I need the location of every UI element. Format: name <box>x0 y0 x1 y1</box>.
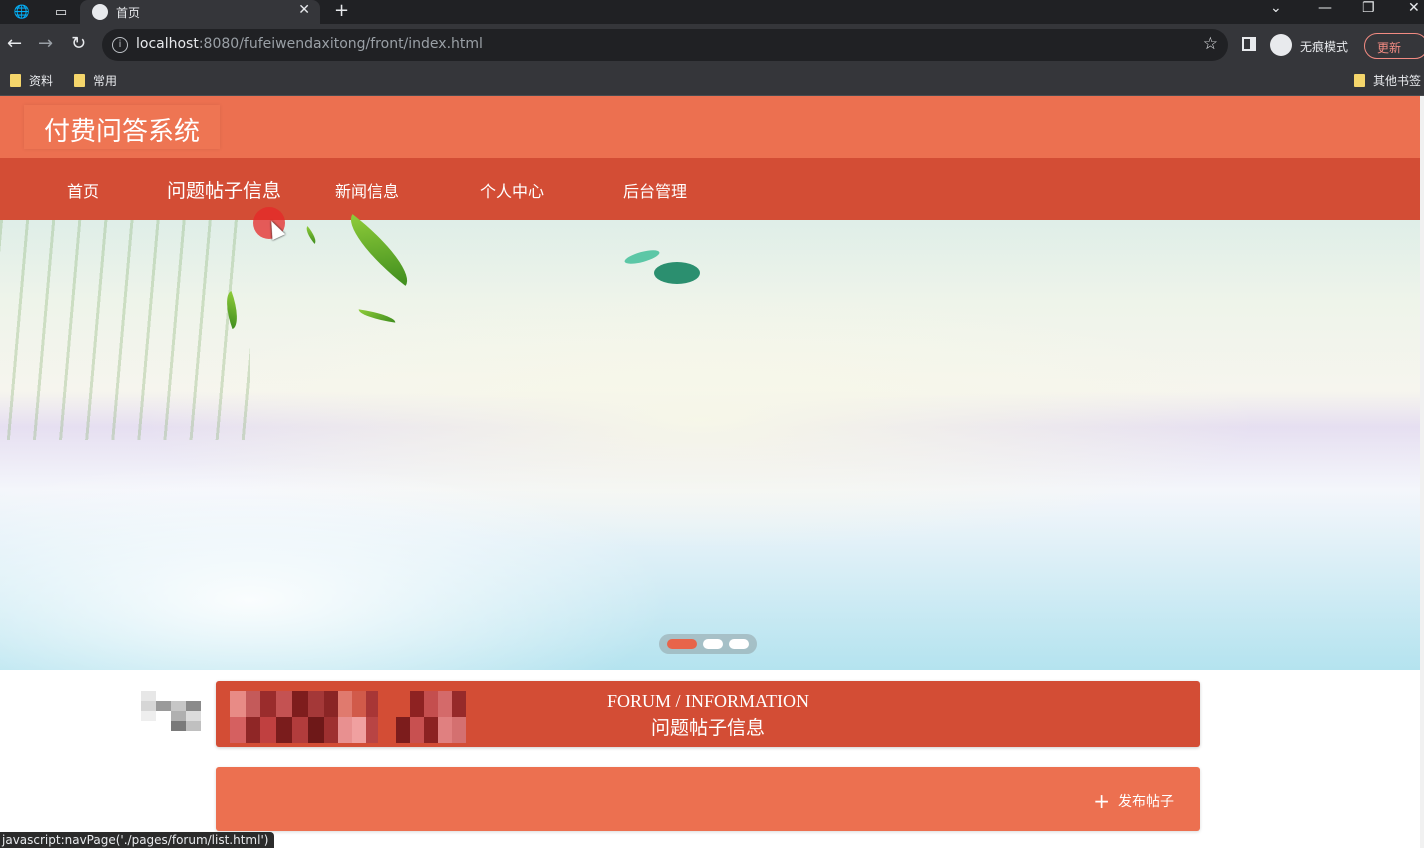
plus-icon: + <box>1093 789 1110 813</box>
section-title-en: FORUM / INFORMATION <box>606 691 810 711</box>
bookmark-folder-ziliao[interactable]: 资料 <box>10 72 53 89</box>
bookmark-label: 常用 <box>93 74 118 88</box>
publish-label: 发布帖子 <box>1118 795 1174 810</box>
tab-home[interactable]: 首页 ✕ <box>80 0 320 24</box>
leaf-decoration <box>302 226 320 244</box>
carousel-dot-2[interactable] <box>703 639 723 649</box>
address-path: :8080/fufeiwendaxitong/front/index.html <box>198 36 483 52</box>
site-logo: 付费问答系统 <box>44 117 201 147</box>
section-title-cn: 问题帖子信息 <box>650 718 765 739</box>
globe-icon[interactable]: 🌐 <box>13 3 31 21</box>
carousel-indicator <box>659 634 757 654</box>
folder-icon <box>1354 74 1365 87</box>
forward-icon[interactable]: → <box>38 34 53 54</box>
mosaic-cell <box>141 711 156 721</box>
nav-news[interactable]: 新闻信息 <box>335 178 399 202</box>
page-scrollbar[interactable] <box>1420 96 1424 848</box>
action-bar: + 发布帖子 <box>216 767 1200 831</box>
reeds-decoration <box>0 220 250 440</box>
web-page: 付费问答系统 首页 问题帖子信息 新闻信息 个人中心 后台管理 FORUM / … <box>0 96 1424 848</box>
nav-home[interactable]: 首页 <box>67 178 99 202</box>
update-button[interactable]: 更新 <box>1364 33 1424 59</box>
other-bookmarks[interactable]: 其他书签 <box>1354 72 1421 89</box>
folder-icon <box>10 74 21 87</box>
side-panel-icon[interactable] <box>1242 37 1256 51</box>
leaf-decoration <box>357 309 397 323</box>
publish-post-button[interactable]: + 发布帖子 <box>1093 791 1174 811</box>
window-icon[interactable]: ▭ <box>52 3 70 21</box>
reload-icon[interactable]: ↻ <box>71 34 86 54</box>
mosaic-cell <box>141 691 156 701</box>
nav-forum[interactable]: 问题帖子信息 <box>167 176 281 203</box>
lotus-leaf <box>623 247 661 267</box>
mosaic-cell <box>186 711 201 721</box>
carousel-dot-3[interactable] <box>729 639 749 649</box>
restore-button[interactable]: ❐ <box>1362 0 1375 16</box>
mosaic-cell <box>141 701 156 711</box>
incognito-icon[interactable] <box>1270 34 1292 56</box>
bookmarks-bar: 资料 常用 其他书签 <box>0 66 1424 96</box>
minimize-button[interactable]: — <box>1318 0 1332 16</box>
close-window-button[interactable]: ✕ <box>1408 0 1420 16</box>
logo-box[interactable]: 付费问答系统 <box>24 105 220 149</box>
nav-personal-center[interactable]: 个人中心 <box>480 178 544 202</box>
mosaic-cell <box>156 701 171 711</box>
bookmark-label: 资料 <box>29 74 54 88</box>
lotus-leaf <box>654 262 700 284</box>
new-tab-button[interactable]: + <box>334 0 349 21</box>
link-status-bar: javascript:navPage('./pages/forum/list.h… <box>0 832 275 848</box>
leaf-decoration <box>337 214 421 286</box>
browser-tab-bar: 🌐 ▭ 首页 ✕ + ⌄ — ❐ ✕ <box>0 0 1424 24</box>
bookmark-label: 其他书签 <box>1373 74 1422 88</box>
address-host: localhost <box>136 36 199 52</box>
mosaic-cell <box>171 721 186 731</box>
browser-toolbar: ← → ↻ i localhost:8080/fufeiwendaxitong/… <box>0 24 1424 66</box>
main-nav: 首页 问题帖子信息 新闻信息 个人中心 后台管理 <box>0 158 1420 220</box>
mosaic-cell <box>186 701 201 711</box>
mosaic-cell <box>171 711 186 721</box>
carousel-banner[interactable] <box>0 214 1420 670</box>
pixelated-avatar <box>141 691 201 741</box>
carousel-dot-1[interactable] <box>667 639 697 649</box>
tab-title: 首页 <box>116 6 141 20</box>
back-icon[interactable]: ← <box>7 34 22 54</box>
mosaic-cell <box>171 701 186 711</box>
bookmark-folder-changyong[interactable]: 常用 <box>74 72 117 89</box>
section-title-bar: FORUM / INFORMATION 问题帖子信息 <box>216 681 1200 747</box>
tab-search-icon[interactable]: ⌄ <box>1270 0 1282 16</box>
lotus-decoration <box>623 240 704 290</box>
nav-admin[interactable]: 后台管理 <box>623 178 687 202</box>
tab-globe-icon <box>92 4 108 20</box>
folder-icon <box>74 74 85 87</box>
site-header: 付费问答系统 <box>0 96 1420 158</box>
site-info-icon[interactable]: i <box>112 37 128 53</box>
incognito-label: 无痕模式 <box>1300 40 1349 54</box>
mosaic-cell <box>186 721 201 731</box>
address-bar[interactable]: i localhost:8080/fufeiwendaxitong/front/… <box>102 29 1228 61</box>
tab-close-icon[interactable]: ✕ <box>298 2 310 18</box>
bookmark-star-icon[interactable]: ☆ <box>1203 34 1218 54</box>
address-url[interactable]: localhost:8080/fufeiwendaxitong/front/in… <box>136 36 483 52</box>
